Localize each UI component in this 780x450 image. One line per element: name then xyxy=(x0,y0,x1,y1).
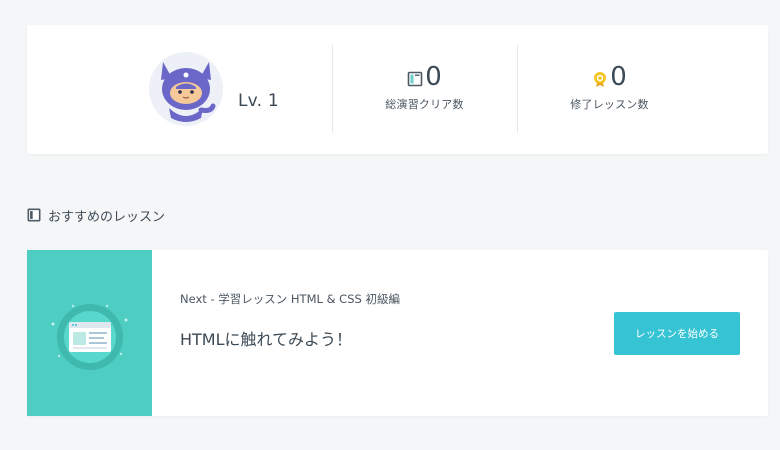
stat-lessons-completed: 0 修了レッスン数 xyxy=(517,61,702,112)
exercises-cleared-value: 0 xyxy=(425,62,442,92)
medal-icon xyxy=(594,72,607,87)
recommended-section-header: おすすめのレッスン xyxy=(27,205,165,225)
book-icon xyxy=(27,208,41,222)
profile-stats-card: Lv. 1 0 総演習クリア数 0 修了レッスン数 xyxy=(27,25,768,154)
level-label: Lv. 1 xyxy=(238,91,279,111)
lessons-completed-label: 修了レッスン数 xyxy=(570,98,649,111)
section-title: おすすめのレッスン xyxy=(48,209,166,225)
stat-exercises-cleared: 0 総演習クリア数 xyxy=(332,61,517,112)
book-icon xyxy=(407,71,423,87)
lesson-title[interactable]: HTMLに触れてみよう！ xyxy=(180,326,352,350)
lesson-thumbnail xyxy=(27,250,152,416)
lessons-completed-value: 0 xyxy=(610,62,627,92)
ninja-avatar-icon xyxy=(149,52,223,126)
recommended-lesson-card[interactable]: Next - 学習レッスン HTML & CSS 初級編 HTMLに触れてみよう… xyxy=(27,250,768,416)
browser-illustration-icon xyxy=(51,304,128,370)
start-lesson-button[interactable]: レッスンを始める xyxy=(614,312,740,355)
next-lesson-course-label: Next - 学習レッスン HTML & CSS 初級編 xyxy=(180,292,400,306)
exercises-cleared-label: 総演習クリア数 xyxy=(385,98,464,111)
